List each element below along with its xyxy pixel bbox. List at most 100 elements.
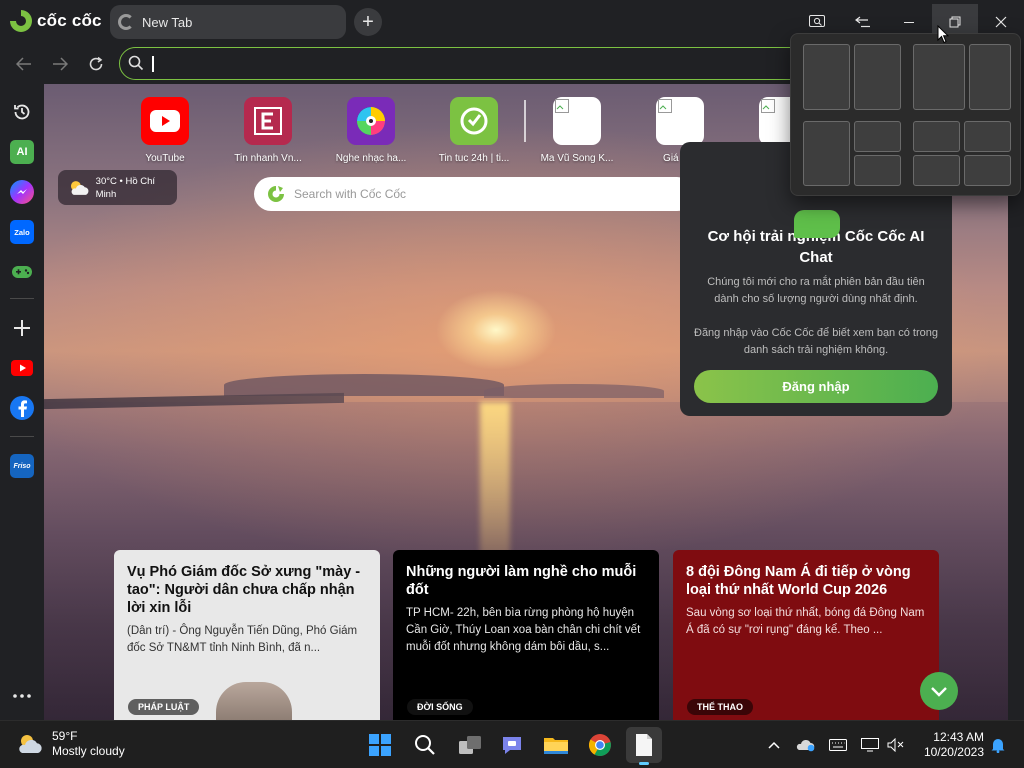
notifications-button[interactable] xyxy=(988,735,1008,755)
friso-icon: Friso xyxy=(13,462,31,470)
sidebar-more-button[interactable] xyxy=(10,684,34,708)
notepad-button[interactable] xyxy=(626,727,662,765)
weather-text: 30°C • Hồ Chí Minh xyxy=(95,175,156,200)
snap-zone[interactable] xyxy=(803,121,850,186)
start-button[interactable] xyxy=(362,727,398,763)
speed-dial-ma-vu-song[interactable]: Ma Vũ Song K... xyxy=(530,97,624,164)
add-icon xyxy=(14,320,30,336)
snap-zone[interactable] xyxy=(854,155,901,186)
display-button[interactable] xyxy=(860,735,880,755)
weather-widget[interactable]: 30°C • Hồ Chí Minh xyxy=(58,170,177,205)
search-placeholder: Search with Cốc Cốc xyxy=(294,187,407,201)
monitor-icon xyxy=(861,738,879,752)
taskbar-temperature: 59°F xyxy=(52,729,78,743)
back-button[interactable] xyxy=(12,52,36,76)
chrome-button[interactable] xyxy=(582,727,618,763)
history-button[interactable] xyxy=(10,100,34,124)
coccoc-logo[interactable]: cốc cốc xyxy=(10,10,102,32)
zalo-icon: Zalo xyxy=(14,227,30,237)
volume-muted-icon xyxy=(887,738,904,752)
snap-zone[interactable] xyxy=(964,121,1011,152)
notepad-icon xyxy=(636,734,652,756)
mouse-cursor-icon xyxy=(937,25,949,44)
game-button[interactable] xyxy=(10,260,34,284)
ai-chat-button[interactable]: AI xyxy=(10,140,34,164)
teams-chat-button[interactable] xyxy=(494,727,530,763)
messenger-icon xyxy=(17,189,27,194)
task-view-button[interactable] xyxy=(452,727,488,763)
background-hill xyxy=(484,384,664,398)
music-disc-icon xyxy=(347,97,395,145)
bell-icon xyxy=(991,739,1005,753)
show-hidden-icons-button[interactable] xyxy=(764,735,784,755)
history-icon xyxy=(14,104,30,120)
promo-description: Đăng nhập vào Cốc Cốc để biết xem bạn có… xyxy=(694,327,938,356)
news-title: Những người làm nghề cho muỗi đốt xyxy=(406,564,637,598)
search-icon xyxy=(415,735,435,755)
file-explorer-icon xyxy=(544,738,568,754)
speed-dial-nghe-nhac[interactable]: Nghe nhạc ha... xyxy=(324,97,418,164)
sun-reflection xyxy=(480,402,510,562)
taskbar-weather[interactable]: 59°F Mostly cloudy xyxy=(16,729,125,759)
snap-zone[interactable] xyxy=(913,155,960,186)
snap-layout-quadrants xyxy=(913,121,1015,187)
news-snippet: Sau vòng sơ loại thứ nhất, bóng đá Đông … xyxy=(686,607,925,636)
speed-dial-label: YouTube xyxy=(145,153,185,164)
login-button[interactable]: Đăng nhập xyxy=(694,370,938,403)
news-category-badge[interactable]: THỂ THAO xyxy=(687,699,753,715)
promo-description: Chúng tôi mới cho ra mắt phiên bản đầu t… xyxy=(707,276,925,305)
chevron-up-icon xyxy=(768,741,780,749)
speed-dial-tin-tuc-24h[interactable]: Tin tuc 24h | ti... xyxy=(427,97,521,164)
search-box[interactable]: Search with Cốc Cốc xyxy=(254,177,694,211)
facebook-icon xyxy=(18,400,27,417)
speed-dial-youtube[interactable]: YouTube xyxy=(118,97,212,164)
speed-dial-tin-nhanh[interactable]: Tin nhanh Vn... xyxy=(221,97,315,164)
reload-button[interactable] xyxy=(84,52,108,76)
background-hill xyxy=(224,374,504,396)
messenger-button[interactable] xyxy=(10,180,34,204)
speed-dial-label: Tin nhanh Vn... xyxy=(234,153,302,164)
volume-button[interactable] xyxy=(886,735,906,755)
facebook-sidebar-button[interactable] xyxy=(10,396,34,420)
onedrive-button[interactable] xyxy=(796,735,816,755)
zalo-button[interactable]: Zalo xyxy=(10,220,34,244)
keyboard-button[interactable] xyxy=(828,735,848,755)
taskbar: 59°F Mostly cloudy 12:43 AM 10/20/2023 xyxy=(0,720,1024,768)
add-sidebar-app-button[interactable] xyxy=(10,316,34,340)
active-app-indicator xyxy=(639,762,649,765)
windows-start-icon xyxy=(369,734,391,756)
news-card[interactable]: Những người làm nghề cho muỗi đốt TP HCM… xyxy=(393,550,659,720)
broken-image-icon xyxy=(553,97,601,145)
news-category-badge[interactable]: ĐỜI SỐNG xyxy=(407,699,473,715)
snap-zone[interactable] xyxy=(854,121,901,152)
news-card[interactable]: Vụ Phó Giám đốc Sở xưng "mày - tao": Ngư… xyxy=(114,550,380,720)
snap-zone[interactable] xyxy=(913,44,965,110)
brand-name: cốc cốc xyxy=(37,11,102,30)
clock-icon xyxy=(450,97,498,145)
forward-button[interactable] xyxy=(48,52,72,76)
file-explorer-button[interactable] xyxy=(538,727,574,763)
speed-dial-separator xyxy=(524,100,526,142)
news-category-badge[interactable]: PHÁP LUẬT xyxy=(128,699,200,715)
news-card[interactable]: 8 đội Đông Nam Á đi tiếp ở vòng loại thứ… xyxy=(673,550,939,720)
snap-zone[interactable] xyxy=(854,44,901,110)
clock-date: 10/20/2023 xyxy=(923,745,984,759)
snap-zone[interactable] xyxy=(913,121,960,152)
friso-sidebar-button[interactable]: Friso xyxy=(10,454,34,478)
tab-search-icon xyxy=(809,15,825,27)
forward-arrow-icon xyxy=(53,57,68,71)
keyboard-icon xyxy=(829,739,847,751)
snap-layout-wide-narrow xyxy=(913,44,1015,110)
snap-zone[interactable] xyxy=(803,44,850,110)
taskbar-search-button[interactable] xyxy=(407,727,443,763)
taskbar-clock[interactable]: 12:43 AM 10/20/2023 xyxy=(914,730,984,760)
tab-new-tab[interactable]: New Tab xyxy=(110,5,346,39)
snap-zone[interactable] xyxy=(969,44,1011,110)
new-tab-button[interactable]: + xyxy=(354,8,382,36)
youtube-sidebar-button[interactable] xyxy=(10,356,34,380)
snap-zone[interactable] xyxy=(964,155,1011,186)
teams-chat-icon xyxy=(503,737,521,754)
chevron-down-icon xyxy=(931,686,947,697)
address-bar[interactable] xyxy=(119,47,819,80)
scroll-down-button[interactable] xyxy=(920,672,958,710)
